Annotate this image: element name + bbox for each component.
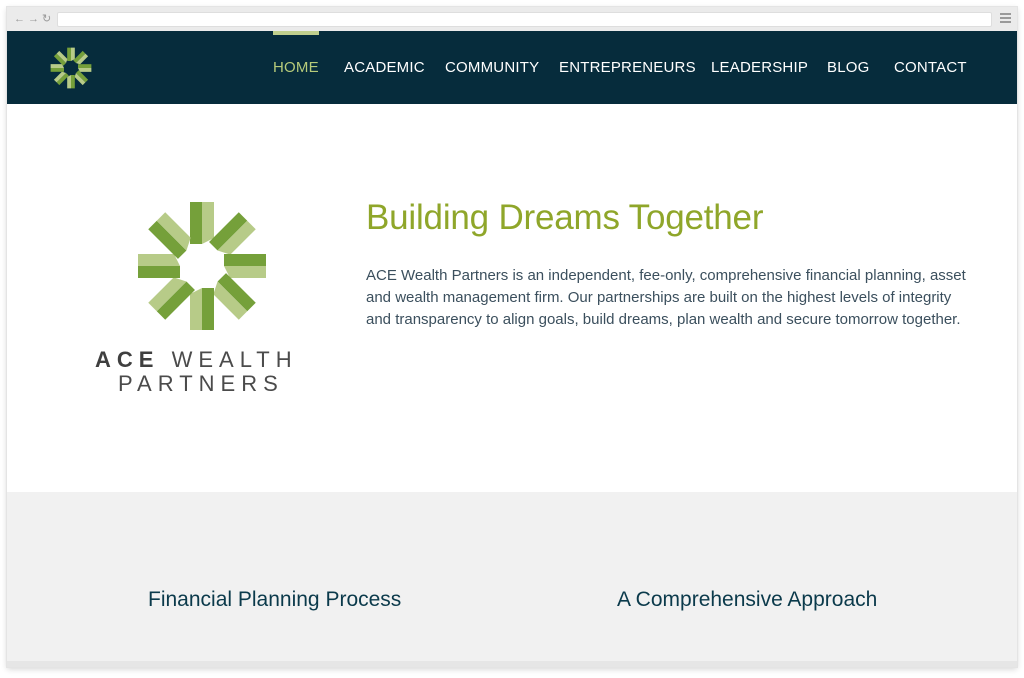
nav-item-contact[interactable]: CONTACT [894, 31, 967, 104]
nav-item-label: LEADERSHIP [711, 59, 809, 76]
logo-arm [53, 50, 68, 66]
logo-arm [224, 254, 266, 278]
browser-chrome: ← → ↻ [7, 7, 1017, 32]
nav-item-entrepreneurs[interactable]: ENTREPRENEURS [559, 31, 696, 104]
address-bar[interactable] [57, 12, 992, 27]
logo-arm [148, 277, 195, 320]
logo-arm [78, 64, 92, 72]
logo-arm [50, 64, 64, 72]
feature-title-approach[interactable]: A Comprehensive Approach [617, 587, 877, 613]
hamburger-menu-icon[interactable] [1000, 13, 1011, 23]
hero-section: ACE WEALTH PARTNERS Building Dreams Toge… [7, 104, 1017, 492]
nav-item-home[interactable]: HOME [273, 31, 319, 104]
logo-arm [53, 71, 69, 86]
hero-title: Building Dreams Together [366, 198, 764, 237]
logo-arm [148, 212, 191, 259]
feature-title-planning[interactable]: Financial Planning Process [148, 587, 401, 613]
browser-window: ← → ↻ HOME ACADEMIC COMMUNITY ENTREPRENE… [7, 7, 1017, 667]
nav-item-label: COMMUNITY [445, 59, 540, 76]
nav-item-academic[interactable]: ACADEMIC [344, 31, 425, 104]
back-arrow-icon[interactable]: ← [14, 11, 25, 27]
nav-item-leadership[interactable]: LEADERSHIP [711, 31, 808, 104]
logo-arm [74, 70, 89, 86]
logo-arm [67, 75, 75, 89]
reload-icon[interactable]: ↻ [42, 11, 51, 27]
nav-item-label: HOME [273, 59, 319, 76]
nav-item-label: ACADEMIC [344, 59, 425, 76]
nav-item-community[interactable]: COMMUNITY [445, 31, 539, 104]
logo-arm [190, 202, 214, 244]
nav-item-blog[interactable]: BLOG [827, 31, 869, 104]
features-section: Financial Planning Process A Comprehensi… [7, 492, 1017, 667]
browser-nav-buttons: ← → ↻ [14, 11, 51, 27]
brand-wordmark-line1: ACE WEALTH [95, 348, 305, 372]
brand-wordmark-line2: PARTNERS [118, 371, 284, 396]
nav-item-label: BLOG [827, 59, 870, 76]
logo-arm [67, 47, 75, 61]
forward-arrow-icon[interactable]: → [28, 11, 39, 27]
site-header: HOME ACADEMIC COMMUNITY ENTREPRENEURS LE… [7, 31, 1017, 104]
logo-arm [209, 212, 256, 255]
hero-description: ACE Wealth Partners is an independent, f… [366, 267, 966, 328]
ace-star-logo-icon [138, 202, 266, 330]
logo-arm [213, 273, 256, 320]
logo-arm [190, 288, 214, 330]
active-nav-indicator [273, 31, 319, 35]
brand-ace: ACE [95, 347, 160, 372]
brand-wealth: WEALTH [171, 347, 298, 372]
section-bottom-edge [7, 661, 1017, 667]
logo-arm [138, 254, 180, 278]
ace-star-logo-icon[interactable] [50, 47, 92, 89]
nav-item-label: CONTACT [894, 59, 967, 76]
logo-arm [73, 50, 89, 65]
nav-item-label: ENTREPRENEURS [559, 59, 696, 76]
